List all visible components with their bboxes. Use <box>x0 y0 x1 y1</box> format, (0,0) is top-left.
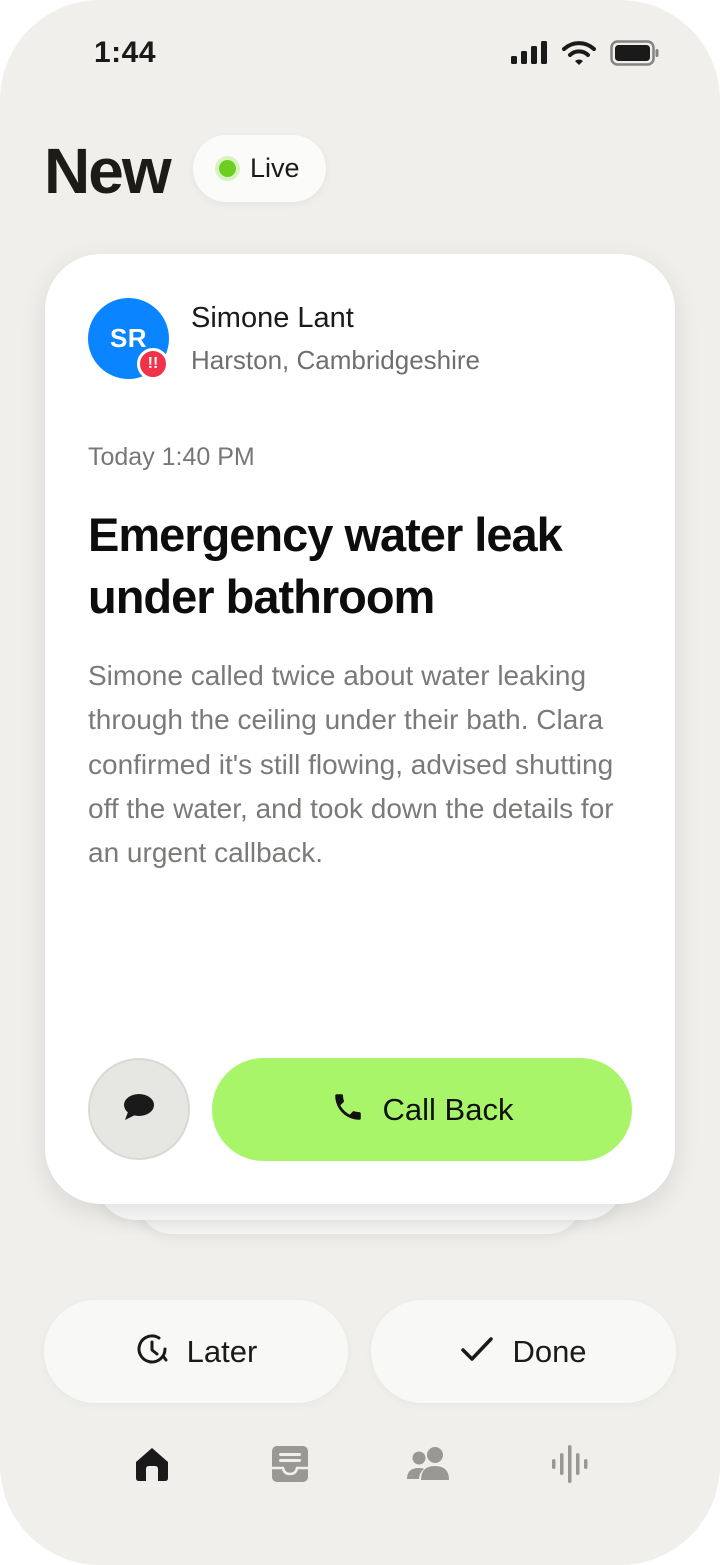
caller-location: Harston, Cambridgeshire <box>191 345 481 375</box>
status-time: 1:44 <box>94 36 157 69</box>
avatar-initials: SR <box>109 323 148 353</box>
done-button[interactable]: Done <box>371 1300 676 1403</box>
call-timestamp: Today 1:40 PM <box>88 443 255 471</box>
wifi-icon <box>562 41 596 70</box>
tab-home[interactable] <box>127 1440 177 1492</box>
live-dot-icon <box>219 160 236 177</box>
phone-screen: 1:44 New Live SR !! Simone Lant Harston,… <box>0 0 720 1565</box>
caller-name: Simone Lant <box>191 302 354 334</box>
live-label: Live <box>250 153 300 183</box>
call-back-label: Call Back <box>382 1091 514 1127</box>
done-label: Done <box>512 1333 587 1369</box>
inbox-icon <box>270 1444 310 1489</box>
urgent-alert-icon: !! <box>137 348 169 380</box>
home-icon <box>132 1444 172 1489</box>
live-status-badge[interactable]: Live <box>193 135 326 202</box>
later-button[interactable]: Later <box>44 1300 348 1403</box>
call-card[interactable]: SR !! Simone Lant Harston, Cambridgeshir… <box>45 254 675 1204</box>
checkmark-icon <box>460 1335 494 1368</box>
cellular-signal-icon <box>510 41 548 70</box>
call-headline: Emergency water leak under bathroom <box>88 508 563 623</box>
tab-contacts[interactable] <box>405 1440 455 1492</box>
clock-icon <box>135 1332 169 1371</box>
call-summary: Simone called twice about water leaking … <box>88 660 614 869</box>
voice-icon <box>548 1442 592 1491</box>
page-title: New <box>44 135 172 207</box>
call-back-button[interactable]: Call Back <box>212 1058 632 1161</box>
status-icons <box>510 40 660 71</box>
chat-bubble-icon <box>122 1092 156 1127</box>
phone-icon <box>331 1090 365 1129</box>
contacts-icon <box>405 1444 455 1489</box>
tab-inbox[interactable] <box>265 1440 315 1492</box>
battery-icon <box>610 40 660 71</box>
message-button[interactable] <box>88 1058 190 1160</box>
tab-voice[interactable] <box>545 1440 595 1492</box>
later-label: Later <box>186 1333 258 1369</box>
